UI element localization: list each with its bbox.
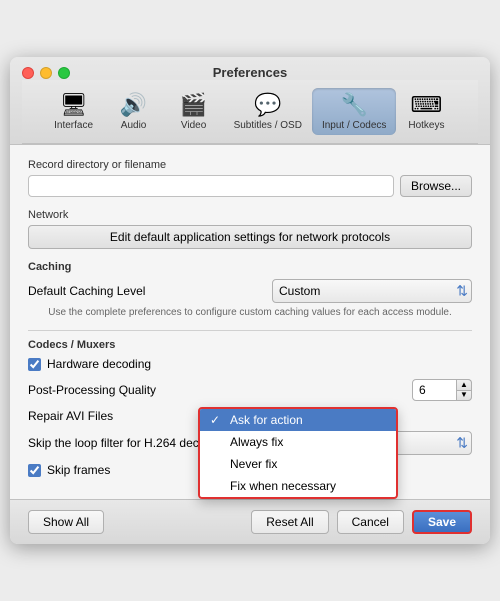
repair-avi-dropdown[interactable]: ✓ Ask for action Always fix Never fix Fi… [198,407,398,499]
caching-select-wrapper: Custom Lowest latency Low latency Normal… [272,279,472,303]
toolbar-item-hotkeys[interactable]: ⌨ Hotkeys [396,88,456,135]
reset-all-button[interactable]: Reset All [251,510,328,534]
record-label: Record directory or filename [28,159,472,171]
hardware-decoding-checkbox[interactable] [28,358,41,371]
browse-button[interactable]: Browse... [400,175,472,197]
postprocessing-row: Post-Processing Quality ▲ ▼ [28,379,472,401]
toolbar-item-subtitles[interactable]: 💬 Subtitles / OSD [224,88,312,135]
toolbar-item-video[interactable]: 🎬 Video [164,88,224,135]
repair-option-never[interactable]: Never fix [200,453,396,475]
postprocessing-stepper: ▲ ▼ [456,379,472,401]
separator [28,330,472,331]
toolbar-label-video: Video [181,120,206,131]
toolbar-item-interface[interactable]: 🖥 Interface [44,88,104,135]
audio-icon: 🔊 [120,92,147,118]
repair-option-never-label: Never fix [230,457,277,471]
caching-section-label: Caching [28,261,472,273]
repair-option-when-necessary-label: Fix when necessary [230,479,336,493]
repair-option-always-label: Always fix [230,435,283,449]
window-title: Preferences [213,65,287,88]
toolbar-label-hotkeys: Hotkeys [408,120,444,131]
toolbar: 🖥 Interface 🔊 Audio 🎬 Video 💬 Subtitles … [22,80,478,144]
caching-select[interactable]: Custom Lowest latency Low latency Normal… [272,279,472,303]
repair-option-always[interactable]: Always fix [200,431,396,453]
network-button[interactable]: Edit default application settings for ne… [28,225,472,249]
toolbar-label-input: Input / Codecs [322,120,386,131]
checkmark-icon: ✓ [210,413,224,427]
show-all-button[interactable]: Show All [28,510,104,534]
codecs-section-label: Codecs / Muxers [28,339,472,351]
toolbar-label-audio: Audio [121,120,147,131]
close-button[interactable] [22,67,34,79]
record-input[interactable] [28,175,394,197]
repair-option-when-necessary[interactable]: Fix when necessary [200,475,396,497]
hardware-decoding-row: Hardware decoding [28,357,472,371]
repair-option-ask-label: Ask for action [230,413,303,427]
caching-row: Default Caching Level Custom Lowest late… [28,279,472,303]
video-icon: 🎬 [180,92,207,118]
input-icon: 🔧 [340,92,367,118]
interface-icon: 🖥 [60,92,88,118]
minimize-button[interactable] [40,67,52,79]
titlebar: Preferences 🖥 Interface 🔊 Audio 🎬 Video … [10,57,490,145]
skip-frames-checkbox[interactable] [28,464,41,477]
save-button[interactable]: Save [412,510,472,534]
postprocessing-label: Post-Processing Quality [28,383,412,397]
toolbar-item-audio[interactable]: 🔊 Audio [104,88,164,135]
bottom-bar: Show All Reset All Cancel Save [10,499,490,544]
content-area: Record directory or filename Browse... N… [10,145,490,499]
skip-frames-label: Skip frames [47,463,110,477]
hotkeys-icon: ⌨ [411,92,443,118]
repair-option-ask[interactable]: ✓ Ask for action [200,409,396,431]
toolbar-label-subtitles: Subtitles / OSD [234,120,302,131]
postprocessing-decrement[interactable]: ▼ [456,390,472,402]
repair-avi-row: Repair AVI Files ✓ Ask for action Always… [28,409,472,423]
subtitles-icon: 💬 [254,92,281,118]
window-controls [22,67,70,79]
toolbar-label-interface: Interface [54,120,93,131]
preferences-window: Preferences 🖥 Interface 🔊 Audio 🎬 Video … [10,57,490,544]
maximize-button[interactable] [58,67,70,79]
postprocessing-increment[interactable]: ▲ [456,379,472,390]
toolbar-item-input[interactable]: 🔧 Input / Codecs [312,88,396,135]
cancel-button[interactable]: Cancel [337,510,404,534]
hardware-decoding-label: Hardware decoding [47,357,151,371]
network-label: Network [28,209,472,221]
caching-hint: Use the complete preferences to configur… [28,307,472,318]
caching-level-label: Default Caching Level [28,284,272,298]
postprocessing-input-wrap: ▲ ▼ [412,379,472,401]
record-row: Browse... [28,175,472,197]
